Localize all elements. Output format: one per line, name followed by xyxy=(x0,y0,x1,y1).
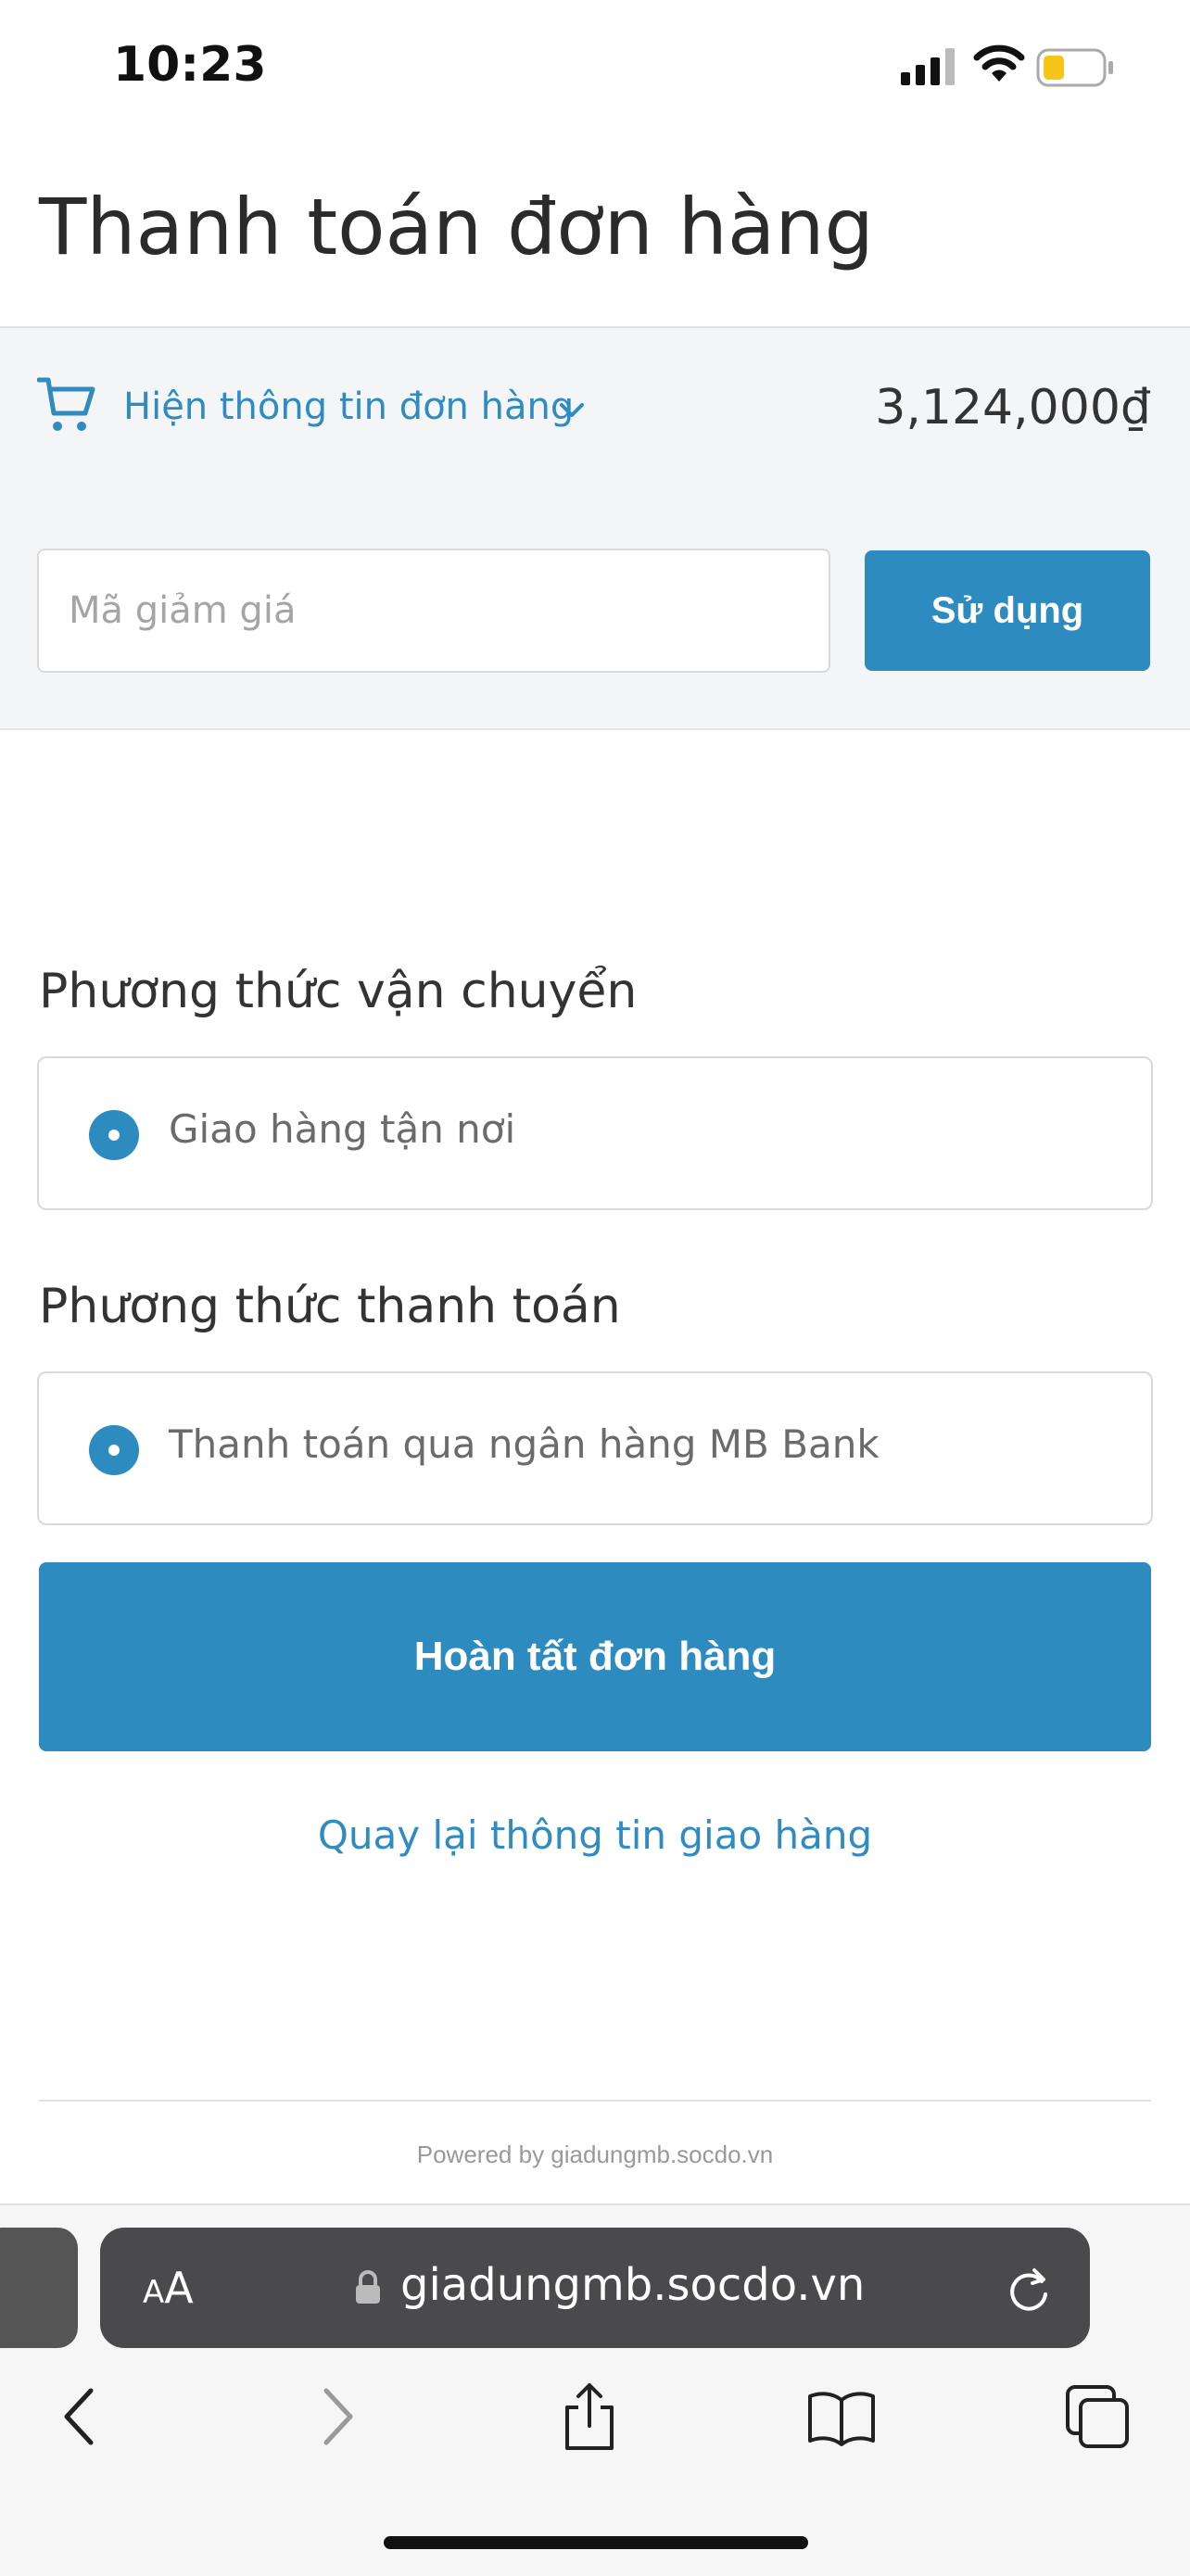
share-icon[interactable] xyxy=(554,2381,625,2452)
order-info-toggle[interactable]: Hiện thông tin đơn hàng xyxy=(123,385,574,428)
payment-method-heading: Phương thức thanh toán xyxy=(39,1279,621,1334)
shipping-method-heading: Phương thức vận chuyển xyxy=(39,964,638,1019)
url-text[interactable]: giadungmb.socdo.vn xyxy=(400,2259,865,2311)
page-title: Thanh toán đơn hàng xyxy=(39,182,874,272)
order-total: 3,124,000₫ xyxy=(875,380,1151,436)
lock-icon xyxy=(356,2270,380,2304)
tabs-icon[interactable] xyxy=(1062,2381,1133,2452)
wifi-icon xyxy=(973,44,1025,82)
powered-by-text: Powered by giadungmb.socdo.vn xyxy=(416,2140,774,2168)
back-icon[interactable] xyxy=(44,2381,115,2452)
shipping-radio[interactable] xyxy=(89,1110,139,1160)
shipping-option[interactable]: Giao hàng tận nơi xyxy=(37,1056,1153,1210)
payment-option-label: Thanh toán qua ngân hàng MB Bank xyxy=(169,1421,880,1467)
back-to-shipping-link[interactable]: Quay lại thông tin giao hàng xyxy=(0,1812,1190,1858)
shipping-option-label: Giao hàng tận nơi xyxy=(169,1106,516,1152)
payment-radio[interactable] xyxy=(89,1425,139,1475)
battery-icon xyxy=(1036,48,1113,87)
aa-small-label: A xyxy=(143,2274,165,2311)
apply-discount-button[interactable]: Sử dụng xyxy=(865,550,1150,671)
footer-divider xyxy=(39,2100,1151,2102)
forward-icon[interactable] xyxy=(302,2381,373,2452)
cart-icon xyxy=(37,377,95,431)
payment-option[interactable]: Thanh toán qua ngân hàng MB Bank xyxy=(37,1371,1153,1525)
discount-code-input[interactable] xyxy=(37,549,830,673)
complete-order-button[interactable]: Hoàn tất đơn hàng xyxy=(39,1562,1151,1751)
aa-big-label: A xyxy=(164,2263,194,2313)
reload-icon[interactable] xyxy=(1005,2263,1053,2315)
status-time: 10:23 xyxy=(113,37,267,93)
previous-tab-preview[interactable] xyxy=(0,2228,78,2348)
signal-icon xyxy=(901,48,955,85)
reader-text-size-button[interactable]: AA xyxy=(143,2263,194,2313)
bookmarks-icon[interactable] xyxy=(806,2381,877,2452)
home-indicator xyxy=(384,2536,808,2549)
chevron-down-icon[interactable] xyxy=(558,400,586,421)
